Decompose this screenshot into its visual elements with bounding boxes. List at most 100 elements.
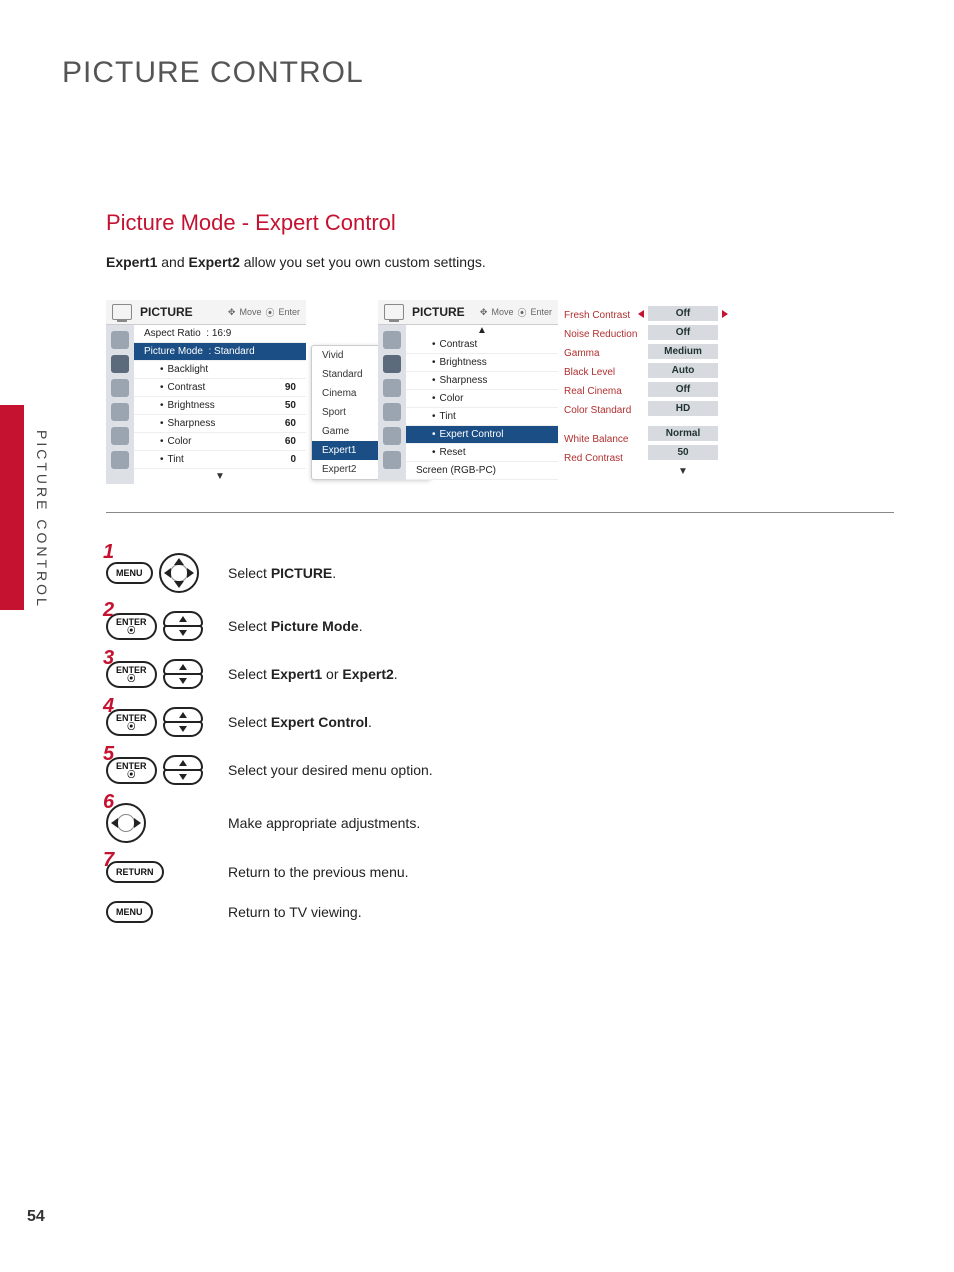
step-text: Return to the previous menu. — [228, 864, 409, 880]
step-row: 3ENTER⦿Select Expert1 or Expert2. — [106, 659, 894, 689]
screen-rgb-row[interactable]: Screen (RGB-PC) — [406, 462, 558, 480]
setting-value[interactable]: Off — [648, 382, 718, 397]
setting-label: White Balance — [558, 430, 648, 449]
picture-option-row[interactable]: •Color — [406, 390, 558, 408]
intro-bold-2: Expert2 — [189, 254, 240, 270]
tv-screen-left: PICTURE ✥ Move ⦿ Enter — [106, 300, 306, 484]
menu-icon[interactable] — [111, 403, 129, 421]
setting-label: Fresh Contrast — [558, 306, 648, 325]
picture-option-row[interactable]: •Brightness — [406, 354, 558, 372]
screens-row: PICTURE ✥ Move ⦿ Enter — [106, 300, 894, 484]
picture-option-row[interactable]: •Reset — [406, 444, 558, 462]
picture-option-row[interactable]: •Tint0 — [134, 451, 306, 469]
step-buttons: ENTER⦿ — [106, 659, 216, 689]
step-row: 5ENTER⦿Select your desired menu option. — [106, 755, 894, 785]
tv-icon — [112, 304, 132, 320]
picture-option-row[interactable]: •Tint — [406, 408, 558, 426]
setting-value[interactable]: Off — [648, 306, 718, 321]
section-title: Picture Mode - Expert Control — [106, 210, 894, 236]
remote-updown-button[interactable] — [163, 707, 203, 737]
step-number: 4 — [103, 695, 114, 718]
step-buttons: ENTER⦿ — [106, 707, 216, 737]
step-text: Select PICTURE. — [228, 565, 336, 581]
tv-left-title: PICTURE — [140, 305, 193, 319]
remote-dpad-button[interactable] — [159, 553, 199, 593]
tv-right-title: PICTURE — [412, 305, 465, 319]
step-text: Make appropriate adjustments. — [228, 815, 420, 831]
step-text: Select your desired menu option. — [228, 762, 433, 778]
enter-dot-icon: ⦿ — [265, 306, 274, 319]
tv-right-scroll-up[interactable]: ▲ — [406, 325, 558, 336]
step-buttons: ENTER⦿ — [106, 755, 216, 785]
remote-dpad-button[interactable] — [106, 803, 146, 843]
step-text: Select Expert Control. — [228, 714, 372, 730]
setting-value[interactable]: Medium — [648, 344, 718, 359]
expert-settings-table: Fresh ContrastNoise ReductionGammaBlack … — [558, 300, 718, 480]
menu-icon[interactable] — [383, 451, 401, 469]
setting-value[interactable]: HD — [648, 401, 718, 416]
menu-icon[interactable] — [111, 331, 129, 349]
tv-left-scroll-down[interactable]: ▼ — [134, 469, 306, 484]
picture-option-row[interactable]: •Backlight — [134, 361, 306, 379]
hdr-enter: Enter — [278, 307, 300, 317]
step-number: 2 — [103, 599, 114, 622]
picture-option-row[interactable]: •Contrast90 — [134, 379, 306, 397]
remote-menu-button[interactable]: MENU — [106, 901, 153, 923]
menu-icon[interactable] — [383, 331, 401, 349]
menu-icon[interactable] — [111, 427, 129, 445]
hdr-enter: Enter — [530, 307, 552, 317]
picture-option-row[interactable]: •Contrast — [406, 336, 558, 354]
page-title: PICTURE CONTROL — [62, 56, 364, 90]
step-number: 5 — [103, 743, 114, 766]
aspect-row[interactable]: Aspect Ratio : 16:9 — [134, 325, 306, 343]
tv-icon — [384, 304, 404, 320]
picture-option-row[interactable]: •Color60 — [134, 433, 306, 451]
menu-icon[interactable] — [383, 379, 401, 397]
picture-mode-row[interactable]: Picture Mode : Standard — [134, 343, 306, 361]
step-row: 4ENTER⦿Select Expert Control. — [106, 707, 894, 737]
remote-updown-button[interactable] — [163, 755, 203, 785]
remote-updown-button[interactable] — [163, 611, 203, 641]
side-color-tab — [0, 405, 24, 610]
remote-return-button[interactable]: RETURN — [106, 861, 164, 883]
picture-option-row[interactable]: •Sharpness60 — [134, 415, 306, 433]
picture-option-row[interactable]: •Brightness50 — [134, 397, 306, 415]
setting-label: Red Contrast — [558, 449, 648, 468]
tv-right-iconcol — [378, 325, 406, 480]
dpad-icon: ✥ — [480, 307, 488, 318]
step-row: 2ENTER⦿Select Picture Mode. — [106, 611, 894, 641]
step-number: 1 — [103, 541, 114, 564]
intro-text: Expert1 and Expert2 allow you set you ow… — [106, 254, 894, 270]
menu-icon[interactable] — [383, 427, 401, 445]
remote-updown-button[interactable] — [163, 659, 203, 689]
step-text: Return to TV viewing. — [228, 904, 362, 920]
menu-icon-selected[interactable] — [383, 355, 401, 373]
step-buttons: ENTER⦿ — [106, 611, 216, 641]
step-text: Select Expert1 or Expert2. — [228, 666, 398, 682]
step-buttons: RETURN — [106, 861, 216, 883]
settings-scroll-down[interactable]: ▼ — [648, 464, 718, 477]
picture-option-row[interactable]: •Sharpness — [406, 372, 558, 390]
menu-icon[interactable] — [111, 379, 129, 397]
setting-value[interactable]: Auto — [648, 363, 718, 378]
menu-icon[interactable] — [111, 451, 129, 469]
setting-value[interactable]: Normal — [648, 426, 718, 441]
step-buttons: MENU — [106, 901, 216, 923]
tv-screen-right-wrap: PICTURE ✥ Move ⦿ Enter — [378, 300, 718, 480]
menu-icon-selected[interactable] — [111, 355, 129, 373]
step-row: 6Make appropriate adjustments. — [106, 803, 894, 843]
remote-menu-button[interactable]: MENU — [106, 562, 153, 584]
step-row: 7RETURNReturn to the previous menu. — [106, 861, 894, 883]
setting-label: Noise Reduction — [558, 325, 648, 344]
menu-icon[interactable] — [383, 403, 401, 421]
setting-value[interactable]: Off — [648, 325, 718, 340]
step-buttons: MENU — [106, 553, 216, 593]
setting-label: Black Level — [558, 363, 648, 382]
intro-bold-1: Expert1 — [106, 254, 157, 270]
step-row: MENU Return to TV viewing. — [106, 901, 894, 923]
setting-label: Gamma — [558, 344, 648, 363]
tv-screen-right: PICTURE ✥ Move ⦿ Enter — [378, 300, 558, 480]
setting-label: Color Standard — [558, 401, 648, 420]
setting-value[interactable]: 50 — [648, 445, 718, 460]
picture-option-row[interactable]: •Expert Control — [406, 426, 558, 444]
